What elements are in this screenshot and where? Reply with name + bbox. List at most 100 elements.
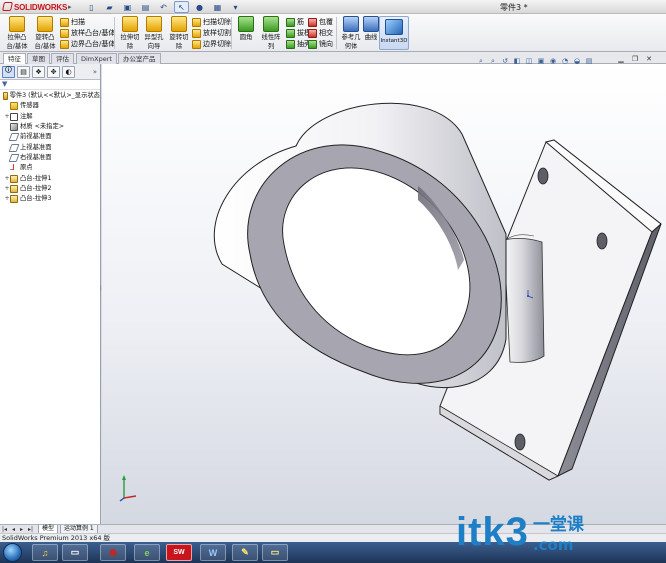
tree-item[interactable]: + 凸台-拉伸2 [0,184,100,194]
mirror-button[interactable]: 镜向 [308,39,333,49]
tab-evaluate[interactable]: 评估 [51,53,74,64]
solidworks-logo[interactable]: SOLIDWORKS [2,2,67,12]
loft-boss-button[interactable]: 放样凸台/基体 [60,28,115,38]
extrude-boss-button[interactable]: 拉伸凸 台/基体 [4,16,30,50]
tree-item-label: 凸台-拉伸2 [20,184,52,192]
media-center-icon[interactable]: ◉ [100,544,126,561]
wrap-button[interactable]: 包覆 [308,17,333,27]
tree-filter[interactable]: ▼ [0,80,100,90]
shell-icon [286,39,295,49]
tree-item[interactable]: ⅃ 原点 [0,163,100,173]
save-icon[interactable]: ▣ [120,1,135,13]
zoom-to-area-icon[interactable]: ⌕ [488,56,498,66]
linear-pattern-button[interactable]: 线性阵 列 [258,16,284,50]
solidworks-task-icon[interactable]: SW [166,544,192,561]
boundary-boss-icon [60,39,69,49]
hole-wizard-button[interactable]: 异型孔 向导 [141,16,167,50]
tree-item[interactable]: 传感器 [0,101,100,111]
undo-icon[interactable]: ↶ [156,1,171,13]
heads-up-view-toolbar: ⌕ ⌕ ↺ ◧ ◫ ▣ ◉ ◔ ◒ ▤ [476,56,594,68]
folder-explorer-icon[interactable]: ▭ [62,544,88,561]
sweep-cut-button[interactable]: 扫描切除 [192,17,231,27]
tree-item[interactable]: 上视基准面 [0,142,100,152]
hide-show-items-icon[interactable]: ◉ [548,56,558,66]
plane-icon [8,133,20,142]
previous-view-icon[interactable]: ↺ [500,56,510,66]
display-style-icon[interactable]: ▣ [536,56,546,66]
new-document-icon[interactable]: ▯ [84,1,99,13]
draft-icon [286,28,295,38]
sweep-label: 扫描 [71,18,85,26]
tree-item[interactable]: 材质 <未指定> [0,122,100,132]
quick-access-toolbar: ▯ ▰ ▣ ▤ ↶ ↖ ● ▦ ▾ [84,1,243,13]
more-tabs-icon[interactable]: » [93,68,97,76]
revolve-cut-button[interactable]: 旋转切 除 [166,16,192,50]
instant3d-icon [385,19,403,35]
display-manager-tab-icon[interactable]: ◐ [62,65,75,78]
feature-tree: 零件3 (默认<<默认>_显示状态 传感器 + 注解 材质 <未指定> 前视基准面 上视基准… [0,90,100,204]
edit-appearance-icon[interactable]: ◔ [560,56,570,66]
cylinder-body[interactable] [213,102,507,389]
property-manager-tab-icon[interactable]: ▤ [17,65,30,78]
rebuild-icon[interactable]: ● [192,1,207,13]
paint-icon[interactable]: ✎ [232,544,258,561]
view-settings-icon[interactable]: ▤ [584,56,594,66]
media-player-icon[interactable]: ♫ [32,544,58,561]
tree-item[interactable]: + 注解 [0,112,100,122]
ie-icon[interactable]: e [134,544,160,561]
start-button[interactable] [3,543,22,562]
fillet-icon [238,16,254,32]
tree-item[interactable]: + 凸台-拉伸1 [0,173,100,183]
open-folder-icon[interactable]: ▰ [102,1,117,13]
logo-menu-arrow-icon[interactable]: ▸ [68,3,76,11]
sweep-cut-icon [192,17,201,27]
zoom-to-fit-icon[interactable]: ⌕ [476,56,486,66]
boss-extrude-icon [10,195,18,204]
select-pointer-icon[interactable]: ↖ [174,1,189,13]
neck-boss[interactable] [503,234,545,363]
view-orientation-icon[interactable]: ◫ [524,56,534,66]
word-icon[interactable]: W [200,544,226,561]
dimxpert-manager-tab-icon[interactable]: ✥ [47,65,60,78]
rib-button[interactable]: 筋 [286,17,304,27]
3d-part-model[interactable] [102,64,666,524]
apply-scene-icon[interactable]: ◒ [572,56,582,66]
tree-item[interactable]: 右视基准面 [0,153,100,163]
annotation-icon [10,112,18,121]
boss-extrude-icon [10,184,18,193]
revolve-boss-button[interactable]: 旋转凸 台/基体 [32,16,58,50]
origin-icon: ⅃ [10,163,15,173]
fillet-button[interactable]: 圆角 [233,16,259,50]
print-icon[interactable]: ▤ [138,1,153,13]
minimize-icon[interactable]: ▁ [616,55,626,64]
ds-logo-icon [2,2,13,11]
options-dropdown-icon[interactable]: ▾ [228,1,243,13]
section-view-icon[interactable]: ◧ [512,56,522,66]
sweep-button[interactable]: 扫描 [60,17,85,27]
feature-tree-tab-icon[interactable]: 🛈 [2,65,15,78]
folder-icon[interactable]: ▭ [262,544,288,561]
boundary-cut-icon [192,39,201,49]
rib-icon [286,17,295,27]
ribbon-separator [336,17,337,49]
tab-office-products[interactable]: 办公室产品 [118,53,161,64]
instant3d-button[interactable]: Instant3D [379,16,409,50]
restore-icon[interactable]: ❐ [630,55,640,64]
tree-item[interactable]: 零件3 (默认<<默认>_显示状态 [0,91,100,101]
command-manager: 拉伸凸 台/基体 旋转凸 台/基体 扫描 放样凸台/基体 边界凸台/基体 拉伸切… [0,14,666,52]
boundary-cut-button[interactable]: 边界切除 [192,39,231,49]
flange-hole-top-left [537,167,549,185]
tab-dimxpert[interactable]: DimXpert [76,53,117,64]
options-icon[interactable]: ▦ [210,1,225,13]
tab-sketch[interactable]: 草图 [27,53,50,64]
loft-cut-button[interactable]: 放样切割 [192,28,231,38]
close-icon[interactable]: ✕ [644,55,654,64]
configuration-manager-tab-icon[interactable]: ❖ [32,65,45,78]
intersect-button[interactable]: 相交 [308,28,333,38]
boundary-boss-button[interactable]: 边界凸台/基体 [60,39,115,49]
extrude-cut-button[interactable]: 拉伸切 除 [117,16,143,50]
tree-item[interactable]: 前视基准面 [0,132,100,142]
tree-item-label: 材质 <未指定> [20,123,65,131]
linear-pattern-icon [263,16,279,32]
tree-item[interactable]: + 凸台-拉伸3 [0,194,100,204]
